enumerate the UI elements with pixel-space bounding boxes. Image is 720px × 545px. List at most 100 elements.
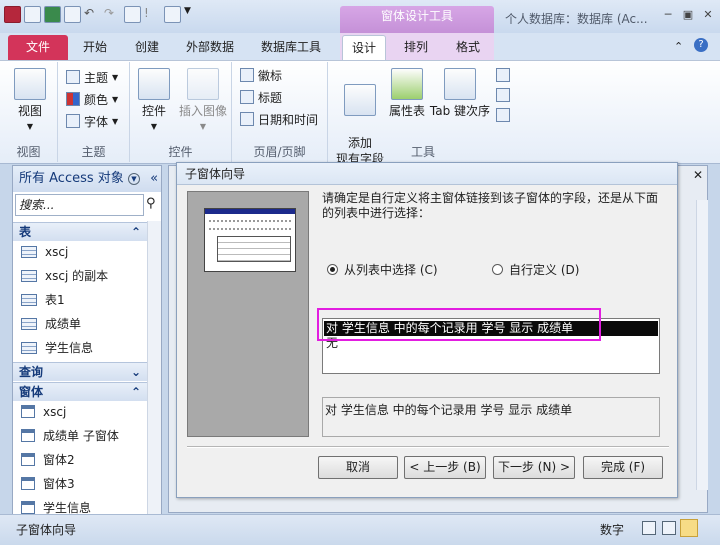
table-icon <box>21 245 37 258</box>
redo-icon[interactable]: ↷ <box>104 6 121 23</box>
fonts-icon <box>66 114 80 128</box>
close-window-button[interactable]: ✕ <box>698 8 718 22</box>
tab-database-tools[interactable]: 数据库工具 <box>256 35 326 61</box>
table-icon <box>21 293 37 306</box>
chevron-up-icon: ⌃ <box>130 385 141 399</box>
next-button[interactable]: 下一步 (N) > <box>493 456 575 479</box>
maximize-button[interactable]: ▣ <box>678 8 698 22</box>
nav-item-table[interactable]: 表1 <box>21 288 147 311</box>
view-icon <box>14 68 46 100</box>
section-tables[interactable]: 表 ⌃ <box>13 222 147 241</box>
property-sheet-button[interactable]: 属性表 <box>386 68 428 119</box>
title-icon <box>240 90 254 104</box>
option-custom[interactable]: 自行定义 (D) <box>492 261 579 278</box>
help-circle-icon[interactable]: ? <box>694 38 708 52</box>
colors-icon <box>66 92 80 106</box>
nav-item-table[interactable]: 学生信息 <box>21 336 147 359</box>
access-logo-icon[interactable] <box>4 6 21 23</box>
tab-format[interactable]: 格式 <box>450 35 486 61</box>
document-scrollbar[interactable] <box>696 200 708 490</box>
minimize-button[interactable]: ─ <box>658 8 678 22</box>
nav-item-form[interactable]: 窗体3 <box>21 472 147 495</box>
chevron-down-icon: ⌄ <box>130 365 141 379</box>
collapse-pane-icon[interactable]: « <box>150 171 158 186</box>
section-queries[interactable]: 查询 ⌄ <box>13 362 147 381</box>
tab-file[interactable]: 文件 <box>8 35 68 61</box>
title-button[interactable]: 标题 <box>240 86 326 108</box>
undo-icon[interactable]: ↶ <box>84 6 101 23</box>
logo-button[interactable]: 徽标 <box>240 64 326 86</box>
insert-image-button[interactable]: 插入图像 ▼ <box>176 68 230 135</box>
group-view: 视图 ▼ 视图 <box>0 62 58 162</box>
form-icon <box>21 405 35 418</box>
layout-view-icon[interactable] <box>662 521 676 535</box>
chevron-up-icon: ⌃ <box>130 225 141 239</box>
wizard-instruction: 请确定是自行定义将主窗体链接到该子窗体的字段，还是从下面的列表中进行选择： <box>322 191 659 220</box>
property-sheet-icon <box>391 68 423 100</box>
colors-button[interactable]: 颜色 ▼ <box>66 88 128 110</box>
nav-item-table[interactable]: xscj 的副本 <box>21 264 147 287</box>
divider <box>187 446 669 448</box>
status-text: 子窗体向导 <box>16 523 77 537</box>
convert-macro-icon[interactable] <box>496 108 510 122</box>
wizard-illustration <box>187 191 309 437</box>
customize-dropdown-icon[interactable]: ▼ <box>184 6 201 23</box>
nav-item-form[interactable]: 成绩单 子窗体 <box>21 424 147 447</box>
nav-menu-icon[interactable]: ▼ <box>127 172 140 185</box>
ribbon-collapse-icon[interactable]: ⌃ <box>674 40 683 53</box>
save-icon[interactable] <box>24 6 41 23</box>
tab-order-button[interactable]: Tab 键次序 <box>428 68 492 119</box>
nav-item-form[interactable]: xscj <box>21 400 147 423</box>
option-from-list[interactable]: 从列表中选择 (C) <box>327 261 438 278</box>
back-button[interactable]: < 上一步 (B) <box>404 456 486 479</box>
form-preview-icon <box>204 208 296 272</box>
subform-icon[interactable] <box>496 68 510 82</box>
nav-item-table[interactable]: xscj <box>21 240 147 263</box>
form-icon[interactable] <box>124 6 141 23</box>
tab-design[interactable]: 设计 <box>342 35 386 61</box>
excel-export-icon[interactable] <box>44 6 61 23</box>
calendar-icon <box>240 112 254 126</box>
nav-scrollbar[interactable] <box>147 221 161 514</box>
highlight-annotation <box>317 308 601 341</box>
finish-button[interactable]: 完成 (F) <box>583 456 663 479</box>
image-icon <box>187 68 219 100</box>
window-title: 个人数据库：数据库 (Ac... <box>505 12 648 26</box>
search-icon[interactable]: ⚲ <box>146 196 156 211</box>
radio-unselected <box>492 264 503 275</box>
group-controls: 控件 ▼ 插入图像 ▼ 控件 <box>130 62 232 162</box>
form-icon <box>21 429 35 442</box>
close-document-icon[interactable]: ✕ <box>693 168 703 182</box>
navigation-pane: 所有 Access 对象 ▼ « 搜索... ⚲ 表 ⌃ xscj xscj 的副… <box>12 165 162 515</box>
tab-create[interactable]: 创建 <box>130 35 164 61</box>
table-icon <box>21 341 37 354</box>
form-icon <box>21 477 35 490</box>
quick-access-toolbar: ↶ ↷ ! ▼ <box>4 6 201 23</box>
theme-button[interactable]: 主题 ▼ <box>66 66 128 88</box>
design-view-icon[interactable] <box>680 519 698 537</box>
help-icon[interactable]: ! <box>144 6 161 23</box>
nav-search-input[interactable]: 搜索... <box>15 194 144 216</box>
table-icon <box>21 269 37 282</box>
section-forms[interactable]: 窗体 ⌃ <box>13 382 147 401</box>
tools-icon <box>138 68 170 100</box>
nav-item-form[interactable]: 窗体2 <box>21 448 147 471</box>
controls-button[interactable]: 控件 ▼ <box>134 68 174 135</box>
table-icon[interactable] <box>164 6 181 23</box>
fonts-button[interactable]: 字体 ▼ <box>66 110 128 132</box>
tab-home[interactable]: 开始 <box>78 35 112 61</box>
status-bar: 子窗体向导 数字 <box>0 514 720 545</box>
date-time-button[interactable]: 日期和时间 <box>240 108 326 130</box>
code-icon[interactable] <box>496 88 510 102</box>
nav-header[interactable]: 所有 Access 对象 ▼ « <box>13 166 161 192</box>
group-tools: 添加 现有字段 属性表 Tab 键次序 工具 <box>328 62 518 166</box>
form-view-icon[interactable] <box>642 521 656 535</box>
tab-external-data[interactable]: 外部数据 <box>182 35 238 61</box>
dialog-title: 子窗体向导 <box>177 163 677 185</box>
design-view-icon[interactable] <box>64 6 81 23</box>
cancel-button[interactable]: 取消 <box>318 456 398 479</box>
group-header-footer: 徽标 标题 日期和时间 页眉/页脚 <box>232 62 328 162</box>
tab-arrange[interactable]: 排列 <box>398 35 434 61</box>
nav-item-table[interactable]: 成绩单 <box>21 312 147 335</box>
view-button[interactable]: 视图 ▼ <box>8 68 52 135</box>
